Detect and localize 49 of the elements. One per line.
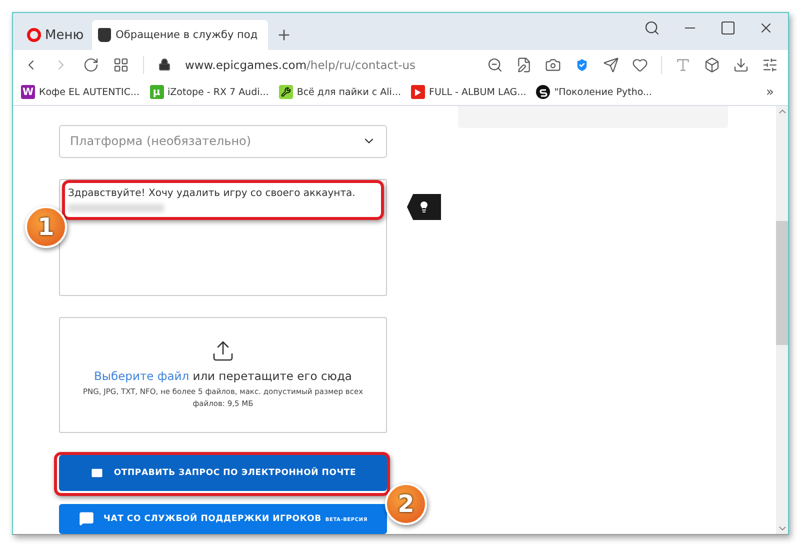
email-request-button[interactable]: ОТПРАВИТЬ ЗАПРОС ПО ЭЛЕКТРОННОЙ ПОЧТЕ [59,454,387,491]
chat-icon [78,511,94,526]
lock-icon [158,58,171,71]
step-number-badge: 1 [25,206,67,248]
bookmark-item[interactable]: FULL - ALBUM LAG... [411,85,526,99]
opera-logo-icon [27,28,41,42]
edit-icon[interactable] [516,56,532,72]
platform-select[interactable]: Платформа (необязательно) [59,125,387,158]
camera-icon[interactable] [545,56,561,72]
message-field[interactable]: Здравствуйте! Хочу удалить игру со своего аккаунта. [59,178,387,296]
bookmark-label: Всё для пайки с Ali... [296,86,402,98]
bookmark-item[interactable]: "Поколение Pytho... [536,85,652,99]
browser-tab[interactable]: Обращение в службу под [92,20,268,50]
send-icon[interactable] [603,56,619,72]
tab-title: Обращение в службу под [116,29,258,41]
bookmark-item[interactable]: Всё для пайки с Ali... [278,85,402,99]
reload-icon[interactable] [83,56,99,72]
more-bookmarks-button[interactable]: » [766,84,780,100]
maximize-icon[interactable] [720,20,736,36]
mail-icon [90,466,104,480]
shield-icon[interactable] [574,56,590,72]
address-field[interactable]: www.epicgames.com/help/ru/contact-us [185,58,416,72]
search-icon[interactable] [644,20,660,36]
bookmark-label: iZotope - RX 7 Audi... [168,86,269,98]
grid-icon[interactable] [113,56,129,72]
zoom-out-icon[interactable] [487,56,503,72]
select-placeholder: Платформа (необязательно) [70,134,252,148]
scrollbar[interactable] [776,106,788,534]
bookmark-icon: µ [150,85,164,99]
site-icon [98,28,111,42]
choose-file-link[interactable]: Выберите файл [94,369,190,384]
lightbulb-button[interactable] [407,194,441,220]
step-number-badge: 2 [385,483,427,525]
upload-icon [211,339,235,364]
heart-icon[interactable] [632,56,648,72]
bookmark-item[interactable]: W Кофе EL AUTENTIC... [21,85,140,99]
cube-icon[interactable] [704,56,720,72]
settings-icon[interactable] [762,56,778,72]
bookmark-label: FULL - ALBUM LAG... [429,86,526,98]
bookmark-label: Кофе EL AUTENTIC... [39,86,140,98]
lightbulb-icon [418,201,430,213]
bookmark-item[interactable]: µ iZotope - RX 7 Audi... [150,85,269,99]
menu-button[interactable]: Меню [19,20,92,50]
bookmark-icon: W [21,85,35,99]
new-tab-icon[interactable] [276,27,292,43]
bookmark-label: "Поколение Pytho... [554,86,652,98]
download-icon[interactable] [733,56,749,72]
message-text: Здравствуйте! Хочу удалить игру со своего аккаунта. [68,188,356,199]
upload-instructions: Выберите файл или перетащите его сюда [94,369,352,384]
